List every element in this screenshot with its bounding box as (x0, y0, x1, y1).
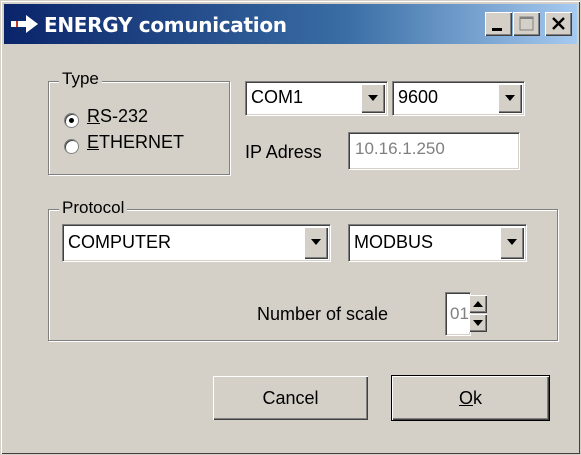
spin-up-button[interactable] (469, 295, 487, 313)
arrow-right-icon (11, 15, 38, 33)
port-select-value: COM1 (251, 87, 304, 107)
scale-count-input[interactable]: 01 (445, 292, 471, 336)
device-dropdown-button[interactable] (304, 227, 328, 259)
cancel-button[interactable]: Cancel (213, 376, 368, 420)
close-icon (552, 17, 565, 30)
baud-select-value: 9600 (398, 87, 439, 107)
maximize-button[interactable] (513, 12, 540, 36)
chevron-up-icon (473, 301, 483, 307)
protocol-group-label: Protocol (59, 198, 128, 218)
scale-count-spinner[interactable]: 01 (445, 292, 489, 336)
minimize-button[interactable] (485, 12, 512, 36)
protocol-dropdown-button[interactable] (500, 227, 524, 259)
chevron-down-icon (507, 239, 517, 245)
title-bar[interactable]: ENERGY comunication (4, 4, 577, 44)
ok-label-rest: k (473, 388, 482, 408)
chevron-down-icon (473, 320, 483, 326)
dialog-window: ENERGY comunication Type RS-232 ETHERNET… (0, 0, 581, 455)
ip-address-label: IP Adress (245, 142, 322, 162)
baud-dropdown-button[interactable] (498, 84, 522, 113)
chevron-down-icon (311, 239, 321, 245)
minimize-icon (492, 28, 502, 31)
ip-address-input[interactable]: 10.16.1.250 (348, 132, 520, 170)
chevron-down-icon (368, 94, 378, 101)
spin-down-button[interactable] (469, 314, 487, 332)
scale-count-value: 01 (450, 304, 469, 323)
close-button[interactable] (545, 12, 572, 36)
scale-count-label: Number of scale (257, 304, 389, 324)
device-select-value: COMPUTER (68, 232, 171, 252)
radio-rs232[interactable] (64, 113, 79, 128)
ok-hotkey: O (458, 388, 473, 408)
port-select[interactable]: COM1 (245, 81, 388, 116)
type-group (48, 81, 230, 175)
device-select[interactable]: COMPUTER (62, 224, 331, 262)
ip-address-value: 10.16.1.250 (355, 139, 445, 158)
baud-select[interactable]: 9600 (392, 81, 525, 116)
window-title: ENERGY comunication (44, 13, 287, 37)
maximize-icon (519, 16, 534, 31)
port-dropdown-button[interactable] (361, 84, 385, 113)
radio-ethernet-label[interactable]: ETHERNET (87, 131, 184, 153)
protocol-select[interactable]: MODBUS (348, 224, 527, 262)
protocol-select-value: MODBUS (354, 232, 434, 252)
radio-ethernet[interactable] (64, 139, 79, 154)
chevron-down-icon (505, 94, 515, 101)
radio-selected-dot (69, 118, 74, 123)
ok-button[interactable]: Ok (391, 375, 550, 421)
type-group-label: Type (59, 69, 102, 89)
radio-rs232-label[interactable]: RS-232 (87, 105, 148, 127)
